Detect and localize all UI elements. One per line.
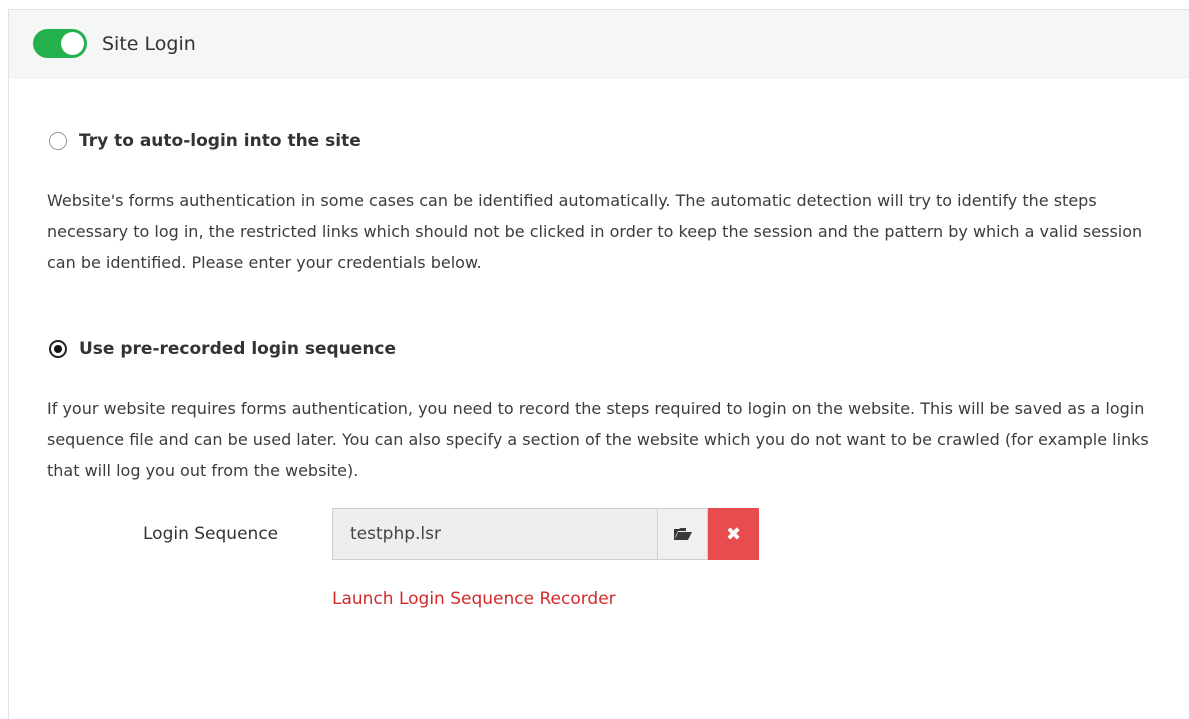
- radio-selected-dot: [54, 345, 62, 353]
- close-icon: ✖: [725, 523, 742, 545]
- prerecorded-radio-option[interactable]: Use pre-recorded login sequence: [49, 339, 396, 359]
- login-sequence-input[interactable]: [332, 508, 657, 560]
- auto-login-label: Try to auto-login into the site: [79, 131, 361, 151]
- auto-login-description: Website's forms authentication in some c…: [47, 191, 1143, 272]
- site-login-panel: Site Login: [8, 9, 1189, 719]
- site-login-toggle[interactable]: [33, 29, 87, 58]
- clear-button[interactable]: ✖: [708, 508, 759, 560]
- toggle-knob: [61, 32, 84, 55]
- login-sequence-input-group: ✖: [332, 508, 759, 560]
- auto-login-radio[interactable]: [49, 132, 67, 150]
- auto-login-radio-option[interactable]: Try to auto-login into the site: [49, 131, 361, 151]
- browse-button[interactable]: [657, 508, 708, 560]
- folder-open-icon: [673, 528, 692, 540]
- panel-header: Site Login: [9, 10, 1189, 78]
- panel-title: Site Login: [102, 32, 196, 55]
- prerecorded-description: If your website requires forms authentic…: [47, 399, 1149, 480]
- login-sequence-label: Login Sequence: [143, 524, 279, 544]
- prerecorded-label: Use pre-recorded login sequence: [79, 339, 397, 359]
- launch-recorder-link[interactable]: Launch Login Sequence Recorder: [332, 589, 616, 609]
- prerecorded-radio[interactable]: [49, 340, 67, 358]
